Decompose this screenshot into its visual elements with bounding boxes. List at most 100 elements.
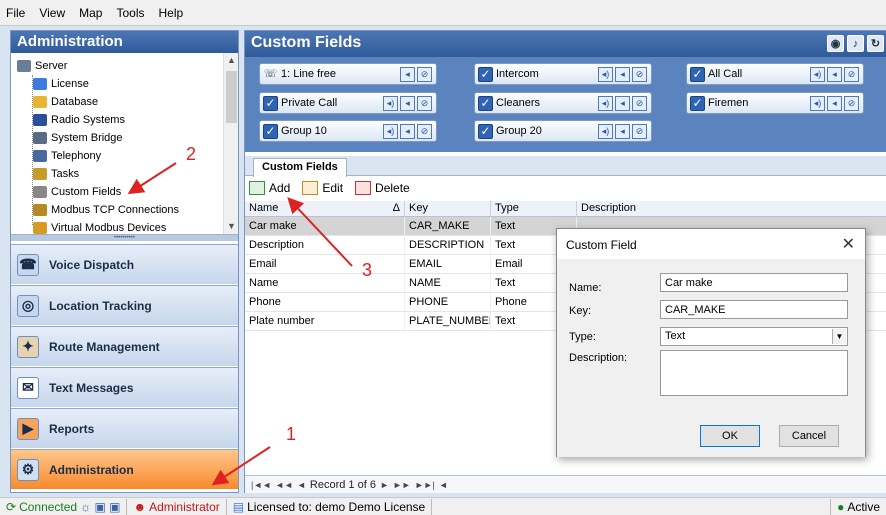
mute-icon[interactable]: ◂: [400, 124, 415, 139]
checkbox-checked[interactable]: ✓: [263, 123, 278, 139]
talkgroup-firemen[interactable]: ✓ Firemen ◂) ◂ ⊘: [686, 92, 864, 114]
menu-tools[interactable]: Tools: [116, 6, 144, 20]
checkbox-checked[interactable]: ✓: [690, 66, 705, 82]
talkgroup-group-10[interactable]: ✓ Group 10 ◂) ◂ ⊘: [259, 120, 437, 142]
column-key[interactable]: Key: [405, 201, 491, 216]
panel-splitter[interactable]: ••••••••••: [11, 235, 238, 241]
menu-map[interactable]: Map: [79, 6, 102, 20]
mute-icon[interactable]: ◂: [827, 96, 842, 111]
column-type[interactable]: Type: [491, 201, 577, 216]
custom-fields-icon: [33, 185, 47, 198]
column-name[interactable]: Name Δ: [245, 201, 405, 216]
volume-icon[interactable]: ◂): [598, 96, 613, 111]
key-field[interactable]: [660, 300, 848, 319]
tree-item-telephony[interactable]: Telephony: [33, 147, 101, 164]
tree-item-license[interactable]: License: [33, 75, 89, 92]
name-field[interactable]: [660, 273, 848, 292]
nav-reports[interactable]: ▶ Reports: [11, 408, 238, 448]
menu-view[interactable]: View: [39, 6, 65, 20]
next-page-icon[interactable]: ►►: [393, 480, 411, 490]
checkbox-checked[interactable]: ✓: [690, 95, 705, 111]
block-icon[interactable]: ⊘: [632, 67, 647, 82]
mute-icon[interactable]: ◂: [615, 67, 630, 82]
description-field[interactable]: [660, 350, 848, 396]
route-management-icon: ✦: [17, 335, 39, 358]
next-record-icon[interactable]: ►: [380, 480, 389, 490]
cancel-button[interactable]: Cancel: [779, 425, 839, 447]
tree-item-system-bridge[interactable]: System Bridge: [33, 129, 123, 146]
edit-label: Edit: [322, 181, 344, 195]
annotation-3: 3: [362, 260, 373, 280]
volume-icon[interactable]: ◂): [598, 124, 613, 139]
checkbox-checked[interactable]: ✓: [478, 123, 493, 139]
status-bar: ⟳ Connected ☼ ▣ ▣ ☻ Administrator ▤ Lice…: [0, 497, 886, 515]
administration-icon: ⚙: [17, 458, 39, 481]
tree-item-tasks[interactable]: Tasks: [33, 165, 79, 182]
scroll-thumb[interactable]: [226, 71, 237, 123]
first-page-icon[interactable]: |◄◄: [251, 480, 271, 490]
mute-icon[interactable]: ◂: [827, 67, 842, 82]
scroll-down-icon[interactable]: ▼: [224, 221, 238, 231]
phone-icon[interactable]: ☏: [263, 67, 278, 82]
tree-item-radio-systems[interactable]: Radio Systems: [33, 111, 125, 128]
tree-item-virtual-modbus-devices[interactable]: Virtual Modbus Devices: [33, 219, 166, 234]
mute-icon[interactable]: ◂: [615, 124, 630, 139]
volume-icon[interactable]: ◂): [383, 124, 398, 139]
talkgroup-private-call[interactable]: ✓ Private Call ◂) ◂ ⊘: [259, 92, 437, 114]
chevron-down-icon[interactable]: ▼: [832, 329, 846, 344]
tab-custom-fields[interactable]: Custom Fields: [253, 158, 347, 177]
nav-text-messages[interactable]: ✉ Text Messages: [11, 367, 238, 407]
tree-item-modbus-tcp-connections[interactable]: Modbus TCP Connections: [33, 201, 179, 218]
add-button[interactable]: Add: [249, 181, 290, 195]
nav-administration[interactable]: ⚙ Administration: [11, 449, 238, 489]
talkgroup-1-line-free[interactable]: ☏ 1: Line free ◂ ⊘: [259, 63, 437, 85]
talkgroup-intercom[interactable]: ✓ Intercom ◂) ◂ ⊘: [474, 63, 652, 85]
volume-icon[interactable]: ◂): [383, 96, 398, 111]
mute-icon[interactable]: ◂: [615, 96, 630, 111]
delete-button[interactable]: Delete: [355, 181, 410, 195]
prev-record-icon[interactable]: ◄: [297, 480, 306, 490]
volume-icon[interactable]: ◂): [598, 67, 613, 82]
talkgroup-group-20[interactable]: ✓ Group 20 ◂) ◂ ⊘: [474, 120, 652, 142]
menu-file[interactable]: File: [6, 6, 25, 20]
column-description[interactable]: Description: [577, 201, 886, 216]
scroll-up-icon[interactable]: ▲: [224, 55, 238, 65]
speaker-icon[interactable]: ♪: [847, 35, 864, 52]
volume-icon[interactable]: ◂): [810, 67, 825, 82]
block-icon[interactable]: ⊘: [632, 96, 647, 111]
tree-item-label: Server: [35, 59, 68, 72]
menu-help[interactable]: Help: [159, 6, 184, 20]
talkgroup-all-call[interactable]: ✓ All Call ◂) ◂ ⊘: [686, 63, 864, 85]
checkbox-checked[interactable]: ✓: [478, 66, 493, 82]
ok-button[interactable]: OK: [700, 425, 760, 447]
tree-item-server[interactable]: Server: [17, 57, 67, 74]
nav-voice-dispatch[interactable]: ☎ Voice Dispatch: [11, 244, 238, 284]
edit-button[interactable]: Edit: [302, 181, 343, 195]
close-icon[interactable]: ✕: [842, 234, 855, 254]
mute-icon[interactable]: ◂: [400, 96, 415, 111]
headset-icon[interactable]: ◉: [827, 35, 844, 52]
mute-icon[interactable]: ◂: [400, 67, 415, 82]
refresh-icon[interactable]: ↻: [867, 35, 884, 52]
block-icon[interactable]: ⊘: [844, 96, 859, 111]
last-page-icon[interactable]: ►►|: [415, 480, 435, 490]
scroll-left-icon[interactable]: ◄: [439, 480, 448, 490]
checkbox-checked[interactable]: ✓: [478, 95, 493, 111]
nav-location-tracking[interactable]: ◎ Location Tracking: [11, 285, 238, 325]
block-icon[interactable]: ⊘: [417, 96, 432, 111]
nav-route-management[interactable]: ✦ Route Management: [11, 326, 238, 366]
volume-icon[interactable]: ◂): [810, 96, 825, 111]
talkgroup-cleaners[interactable]: ✓ Cleaners ◂) ◂ ⊘: [474, 92, 652, 114]
table-cell: NAME: [405, 274, 491, 292]
tree-item-custom-fields[interactable]: Custom Fields: [33, 183, 121, 200]
type-select[interactable]: Text ▼: [660, 327, 848, 346]
block-icon[interactable]: ⊘: [417, 67, 432, 82]
checkbox-checked[interactable]: ✓: [263, 95, 278, 111]
tree-item-database[interactable]: Database: [33, 93, 98, 110]
block-icon[interactable]: ⊘: [417, 124, 432, 139]
block-icon[interactable]: ⊘: [632, 124, 647, 139]
talkgroup-label: All Call: [708, 68, 743, 80]
block-icon[interactable]: ⊘: [844, 67, 859, 82]
tree-scrollbar[interactable]: ▲ ▼: [223, 53, 238, 234]
prev-page-icon[interactable]: ◄◄: [275, 480, 293, 490]
